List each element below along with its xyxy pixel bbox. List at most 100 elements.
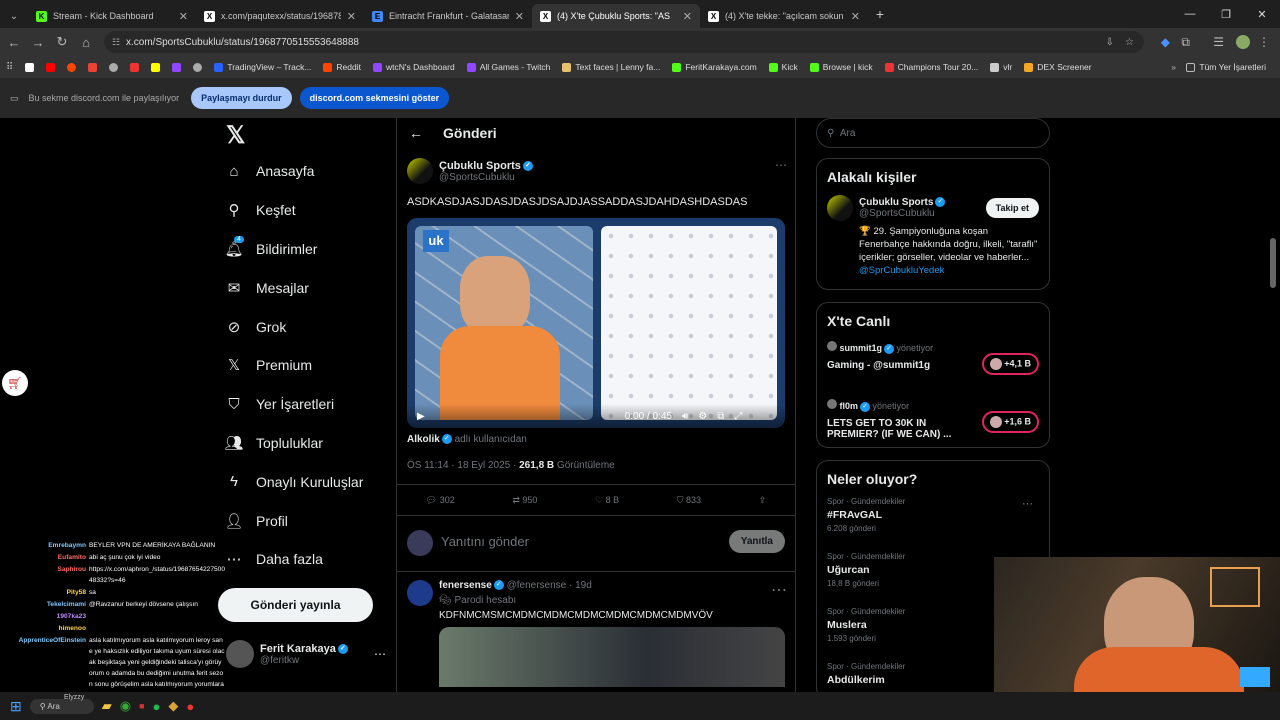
live-count-badge[interactable]: +4,1 B [981, 353, 1039, 375]
nav-item-grok[interactable]: ⊘ Grok [222, 307, 392, 346]
minimize-icon[interactable]: — [1172, 0, 1208, 28]
search-input[interactable]: ⚲ Ara [816, 118, 1050, 148]
close-window-icon[interactable]: ✕ [1244, 0, 1280, 28]
globe2-bookmark-icon[interactable] [193, 62, 203, 72]
next-media[interactable] [439, 627, 785, 687]
x-bookmark-icon[interactable] [25, 62, 35, 72]
next-more-icon[interactable]: ⋯ [771, 580, 787, 600]
next-author[interactable]: fenersense [439, 580, 492, 591]
browser-tab[interactable]: Xx.com/paqutexx/status/196878 ✕ [196, 4, 364, 28]
source-name[interactable]: Alkolik [407, 434, 440, 445]
profile-switcher[interactable]: Ferit Karakaya ✓ @feritkw ⋯ [226, 640, 386, 668]
tab-search-icon[interactable]: ⌄ [0, 4, 28, 28]
reddit-bookmark-icon[interactable] [67, 62, 77, 72]
play-icon[interactable]: ▶ [417, 411, 425, 422]
maximize-icon[interactable]: ❐ [1208, 0, 1244, 28]
tab-close-icon[interactable]: ✕ [179, 10, 188, 23]
bookmark-item[interactable]: Text faces | Lenny fa... [562, 62, 660, 72]
share-action-icon[interactable]: ⇪ [759, 495, 767, 506]
explorer-icon[interactable]: ▰ [102, 698, 112, 714]
browser-tab[interactable]: K Stream - Kick Dashboard ✕ [28, 4, 196, 28]
nav-item-profil[interactable]: 👤︎ Profil [222, 501, 392, 540]
post-button[interactable]: Gönderi yayınla [218, 588, 373, 622]
bookmark-item[interactable]: Reddit [323, 62, 361, 72]
tweet-timestamp[interactable]: ÖS 11:14 · 18 Eyl 2025 · [407, 460, 519, 471]
rel-link[interactable]: @SprCubukluYedek [859, 265, 944, 276]
live-item[interactable]: summit1g ✓ yönetiyor Gaming - @summit1g +4… [827, 341, 1039, 387]
x-logo-icon[interactable]: 𝕏 [226, 118, 392, 152]
site-info-icon[interactable]: ☷ [112, 37, 120, 48]
author-avatar[interactable] [407, 158, 433, 184]
author-handle[interactable]: @SportsCubuklu [439, 172, 533, 183]
chrome-icon[interactable]: ◉ [120, 698, 131, 714]
all-bookmarks[interactable]: Tüm Yer İşaretleri [1186, 62, 1266, 72]
home-button-icon[interactable]: ⌂ [74, 35, 98, 50]
stop-sharing-button[interactable]: Paylaşmayı durdur [191, 87, 292, 109]
reply-action[interactable]: 💬︎ 302 [426, 495, 455, 506]
g-bookmark-icon[interactable] [151, 62, 161, 72]
app3-icon[interactable]: ● [186, 699, 194, 714]
reload-icon[interactable]: ↻ [50, 34, 74, 50]
live-count-badge[interactable]: +1,6 B [981, 411, 1039, 433]
star-icon[interactable]: ☆ [1125, 37, 1134, 48]
more-icon[interactable]: ⋯ [374, 647, 386, 661]
volume-icon[interactable]: 🔊︎ [682, 411, 688, 422]
tab-close-icon[interactable]: ✕ [347, 10, 356, 23]
tab-close-icon[interactable]: ✕ [683, 10, 692, 23]
windows-start-icon[interactable]: ⊞ [10, 698, 22, 715]
bookmark-item[interactable]: FeritKarakaya.com [672, 62, 757, 72]
bookmark-item[interactable]: TradingView – Track... [214, 62, 311, 72]
globe-bookmark-icon[interactable] [109, 62, 119, 72]
reply-button[interactable]: Yanıtla [728, 530, 785, 553]
follow-button[interactable]: Takip et [985, 198, 1039, 218]
tab-close-icon[interactable]: ✕ [515, 10, 524, 23]
fullscreen-icon[interactable]: ⤢ [734, 411, 742, 422]
nav-item-premium[interactable]: 𝕏 Premium [222, 346, 392, 385]
scrollbar[interactable] [1270, 238, 1276, 288]
reply-input[interactable]: Yanıtını gönder [441, 534, 529, 549]
app-icon[interactable]: ■ [139, 701, 144, 711]
address-bar[interactable]: ☷ x.com/SportsCubuklu/status/19687705155… [104, 31, 1144, 53]
bookmark-item[interactable]: Champions Tour 20... [884, 62, 978, 72]
back-arrow-icon[interactable]: ← [409, 125, 423, 141]
bookmark-item[interactable]: vlr [990, 62, 1012, 72]
twitch-bookmark-icon[interactable] [172, 62, 182, 72]
nav-item-topluluklar[interactable]: 👥︎ Topluluklar [222, 424, 392, 463]
bookmark-item[interactable]: Browse | kick [809, 62, 873, 72]
nav-item-daha-fazla[interactable]: ⋯ Daha fazla [222, 540, 392, 579]
extension-icon[interactable]: ◆ [1161, 35, 1170, 49]
spotify-icon[interactable]: ● [153, 699, 161, 714]
pip-icon[interactable]: ⧉ [717, 411, 724, 422]
menu-icon[interactable]: ⋮ [1258, 35, 1270, 49]
trend-more-icon[interactable]: ⋯ [1022, 497, 1033, 510]
install-icon[interactable]: ⇩ [1106, 37, 1114, 48]
profile-avatar[interactable] [1236, 35, 1250, 49]
nav-item-keşfet[interactable]: ⚲ Keşfet [222, 191, 392, 230]
nav-item-anasayfa[interactable]: ⌂ Anasayfa [222, 152, 392, 191]
bookmark-item[interactable]: All Games - Twitch [466, 62, 550, 72]
forward-icon[interactable]: → [26, 35, 50, 50]
tweet-video[interactable]: uk ▶ 0:00 / 0:45 🔊︎ ⚙ ⧉ ⤢ [407, 218, 785, 428]
bookmark-action[interactable]: ⛉ 833 [677, 495, 701, 506]
bookmark-item[interactable]: DEX Screener [1024, 62, 1092, 72]
nav-item-bildirimler[interactable]: 🔔︎ 4 Bildirimler [222, 230, 392, 269]
y-bookmark-icon[interactable] [130, 62, 140, 72]
like-action[interactable]: ♡ 8 B [595, 495, 619, 506]
browser-tab[interactable]: X (4) X'te tekke: "açılcam sokun h ✕ [700, 4, 868, 28]
avatar[interactable] [827, 195, 853, 221]
bookmark-item[interactable]: Kick [768, 62, 798, 72]
puzzle-icon[interactable]: ⧉ [1181, 35, 1190, 50]
live-item[interactable]: fl0m ✓ yönetiyor LETS GET TO 30K IN PREMIE… [827, 399, 1039, 445]
settings-icon[interactable]: ⚙ [698, 411, 707, 422]
rel-name[interactable]: Çubuklu Sports [859, 197, 933, 208]
gmail-bookmark-icon[interactable] [88, 62, 98, 72]
nav-item-onaylı-kuruluşlar[interactable]: ϟ Onaylı Kuruluşlar [222, 462, 392, 501]
browser-tab[interactable]: X (4) X'te Çubuklu Sports: "AS ✕ [532, 4, 700, 28]
trend-item[interactable]: Spor · Gündemdekiler #FRAvGAL 6.208 gönder… [827, 497, 1039, 542]
more-bookmarks-icon[interactable]: » [1171, 62, 1176, 72]
author-name[interactable]: Çubuklu Sports [439, 160, 521, 172]
show-discord-tab-button[interactable]: discord.com sekmesini göster [299, 87, 450, 109]
repost-action[interactable]: ⇄ 950 [512, 495, 537, 506]
next-tweet[interactable]: fenersense ✓ @fenersense · 19d 🎭︎ Parodi … [407, 580, 787, 687]
browser-tab[interactable]: E Eintracht Frankfurt - Galatasara ✕ [364, 4, 532, 28]
